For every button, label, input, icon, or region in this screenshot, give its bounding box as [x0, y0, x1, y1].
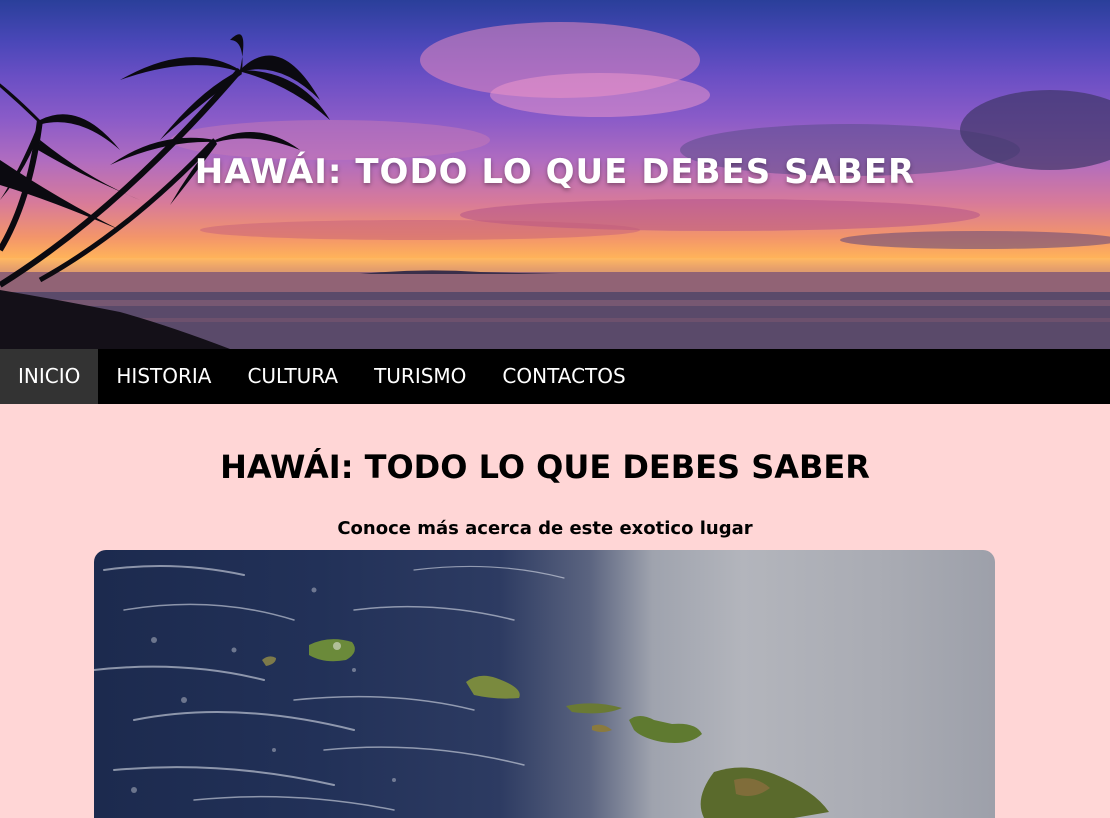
nav-item-turismo[interactable]: TURISMO — [356, 349, 484, 404]
page-title: HAWÁI: TODO LO QUE DEBES SABER — [220, 448, 870, 486]
hawaii-satellite-image — [94, 550, 995, 818]
hero-title: HAWÁI: TODO LO QUE DEBES SABER — [194, 152, 916, 192]
nav-item-contactos[interactable]: CONTACTOS — [484, 349, 643, 404]
main-navigation: INICIO HISTORIA CULTURA TURISMO CONTACTO… — [0, 349, 1110, 404]
nav-item-inicio[interactable]: INICIO — [0, 349, 99, 404]
nav-item-historia[interactable]: HISTORIA — [98, 349, 229, 404]
page-subtitle: Conoce más acerca de este exotico lugar — [337, 518, 753, 539]
nav-item-cultura[interactable]: CULTURA — [229, 349, 356, 404]
hero-banner: HAWÁI: TODO LO QUE DEBES SABER — [0, 0, 1110, 349]
island-chain-graphic — [94, 565, 829, 818]
